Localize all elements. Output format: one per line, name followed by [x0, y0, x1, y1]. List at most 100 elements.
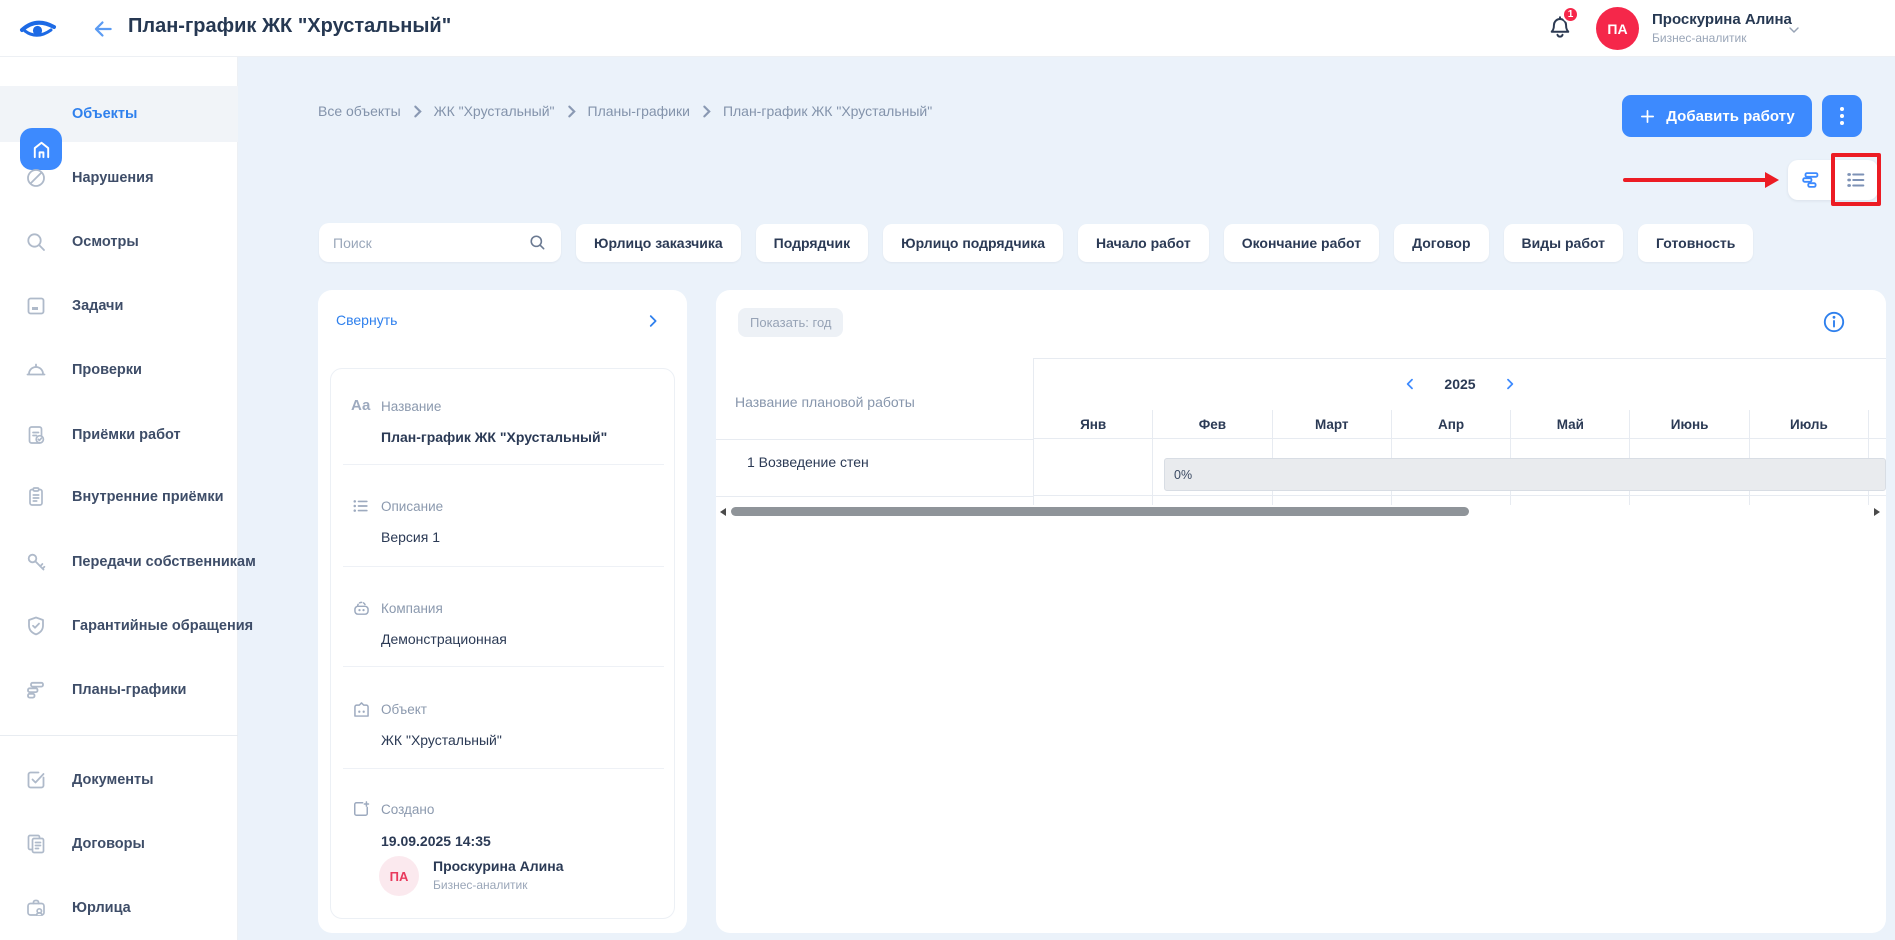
- scale-selector-button[interactable]: Показать: год: [738, 308, 843, 337]
- sidebar-item-warranty-requests[interactable]: Гарантийные обращения: [0, 604, 238, 648]
- notification-badge: 1: [1562, 6, 1579, 23]
- field-value-name: План-график ЖК "Хрустальный": [381, 429, 607, 445]
- month-header: Апр: [1392, 410, 1511, 438]
- field-value-object: ЖК "Хрустальный": [381, 732, 502, 748]
- work-progress-label: 0%: [1174, 468, 1192, 482]
- search-box: [319, 223, 561, 262]
- filter-work-types[interactable]: Виды работ: [1504, 224, 1624, 262]
- main-content: Все объекты ЖК "Хрустальный" Планы-графи…: [238, 57, 1895, 940]
- sidebar-item-label: Планы-графики: [72, 682, 186, 698]
- details-panel: Свернуть Аа Название План-график ЖК "Хру…: [318, 290, 687, 933]
- year-label: 2025: [1444, 376, 1475, 392]
- divider: [343, 566, 664, 567]
- shield-check-icon: [24, 614, 48, 638]
- breadcrumb-item[interactable]: ЖК "Хрустальный": [434, 103, 555, 119]
- user-role: Бизнес-аналитик: [1652, 31, 1747, 45]
- user-menu-chevron-down-icon[interactable]: [1786, 22, 1802, 38]
- sidebar-item-inspections[interactable]: Осмотры: [0, 220, 238, 264]
- sidebar-item-label: Нарушения: [72, 170, 154, 186]
- sidebar-item-documents[interactable]: Документы: [0, 758, 238, 802]
- month-header-partial: [1869, 410, 1886, 438]
- field-label: Название: [381, 399, 441, 414]
- company-bag-icon: [351, 598, 373, 620]
- work-progress-bar[interactable]: 0%: [1164, 458, 1886, 491]
- add-work-button[interactable]: Добавить работу: [1622, 95, 1812, 137]
- sidebar-nav: Объекты Нарушения Осмотры Задачи: [0, 57, 238, 940]
- breadcrumb-item[interactable]: Все объекты: [318, 103, 401, 119]
- info-icon[interactable]: [1822, 310, 1846, 334]
- work-row-name[interactable]: 1 Возведение стен: [747, 454, 869, 470]
- back-arrow-icon[interactable]: [90, 16, 116, 42]
- month-header: Июнь: [1630, 410, 1749, 438]
- helmet-icon: [24, 358, 48, 382]
- sidebar-item-owner-handovers[interactable]: Передачи собственникам: [0, 540, 238, 584]
- gantt-name-column: Название плановой работы 1 Возведение ст…: [716, 358, 1034, 505]
- sidebar-item-label: Передачи собственникам: [72, 554, 256, 570]
- sidebar-item-legal-entities[interactable]: Юрлица: [0, 886, 238, 930]
- sidebar-item-schedules[interactable]: Планы-графики: [0, 668, 238, 712]
- papers-icon: [24, 832, 48, 856]
- calendar-plus-icon: [351, 799, 373, 821]
- next-year-chevron-right-icon[interactable]: [1502, 376, 1518, 392]
- month-header: Март: [1273, 410, 1392, 438]
- scroll-left-arrow-icon[interactable]: [720, 508, 726, 516]
- sidebar-item-tasks[interactable]: Задачи: [0, 284, 238, 328]
- filter-work-end[interactable]: Окончание работ: [1224, 224, 1379, 262]
- breadcrumb: Все объекты ЖК "Хрустальный" Планы-графи…: [318, 103, 932, 119]
- app-logo-eye-icon[interactable]: [16, 14, 60, 44]
- search-icon: [528, 233, 547, 252]
- add-work-label: Добавить работу: [1666, 108, 1794, 125]
- filter-contractor[interactable]: Подрядчик: [756, 224, 868, 262]
- breadcrumb-item[interactable]: Планы-графики: [588, 103, 690, 119]
- sidebar-item-label: Внутренние приёмки: [72, 489, 224, 505]
- scrollbar-thumb[interactable]: [731, 507, 1469, 516]
- gantt-grid: 2025 Янв Фев Март Апр Май Июнь Июль: [1034, 358, 1886, 505]
- collapse-panel-link[interactable]: Свернуть: [336, 312, 397, 328]
- sidebar-item-contracts[interactable]: Договоры: [0, 822, 238, 866]
- divider: [343, 666, 664, 667]
- gantt-view-toggle-button[interactable]: [1788, 160, 1833, 200]
- annotation-highlight-rect: [1831, 153, 1881, 206]
- sidebar-item-objects[interactable]: Объекты: [0, 92, 238, 136]
- horizontal-scrollbar: [716, 505, 1886, 518]
- user-avatar[interactable]: ПА: [1596, 7, 1639, 50]
- more-actions-kebab-button[interactable]: [1822, 95, 1862, 137]
- sidebar-item-work-acceptances[interactable]: Приёмки работ: [0, 413, 238, 457]
- page-title: План-график ЖК "Хрустальный": [128, 15, 451, 38]
- year-navigation: 2025: [1034, 358, 1886, 410]
- breadcrumb-item-current: План-график ЖК "Хрустальный": [723, 103, 932, 119]
- month-header-row: Янв Фев Март Апр Май Июнь Июль: [1034, 410, 1886, 439]
- chevron-right-icon: [702, 105, 711, 118]
- field-value-created: 19.09.2025 14:35: [381, 833, 491, 849]
- clipboard-lines-icon: [24, 485, 48, 509]
- prohibition-icon: [24, 166, 48, 190]
- month-header: Май: [1511, 410, 1630, 438]
- sidebar-item-internal-acceptances[interactable]: Внутренние приёмки: [0, 475, 238, 519]
- filter-work-start[interactable]: Начало работ: [1078, 224, 1209, 262]
- plus-icon: [1639, 108, 1656, 125]
- filter-contract[interactable]: Договор: [1394, 224, 1488, 262]
- divider: [716, 496, 1034, 497]
- filter-readiness[interactable]: Готовность: [1638, 224, 1753, 262]
- search-input[interactable]: [333, 235, 518, 251]
- divider: [716, 439, 1034, 440]
- divider: [343, 464, 664, 465]
- annotation-arrow-head: [1765, 172, 1779, 188]
- field-label: Объект: [381, 702, 427, 717]
- prev-year-chevron-left-icon[interactable]: [1402, 376, 1418, 392]
- field-value-company: Демонстрационная: [381, 631, 507, 647]
- sidebar-item-label: Гарантийные обращения: [72, 618, 253, 634]
- chevron-right-icon: [413, 105, 422, 118]
- author-role: Бизнес-аналитик: [433, 878, 528, 892]
- sidebar-item-label: Приёмки работ: [72, 427, 181, 443]
- sidebar-divider: [0, 735, 238, 736]
- sidebar-item-violations[interactable]: Нарушения: [0, 156, 238, 200]
- filter-contractor-entity[interactable]: Юрлицо подрядчика: [883, 224, 1063, 262]
- field-label: Создано: [381, 802, 434, 817]
- field-label: Описание: [381, 499, 443, 514]
- sidebar-item-checks[interactable]: Проверки: [0, 348, 238, 392]
- scroll-right-arrow-icon[interactable]: [1874, 508, 1880, 516]
- filter-customer-entity[interactable]: Юрлицо заказчика: [576, 224, 741, 262]
- gantt-bars-icon: [24, 678, 48, 702]
- collapse-chevron-right-icon[interactable]: [644, 312, 662, 330]
